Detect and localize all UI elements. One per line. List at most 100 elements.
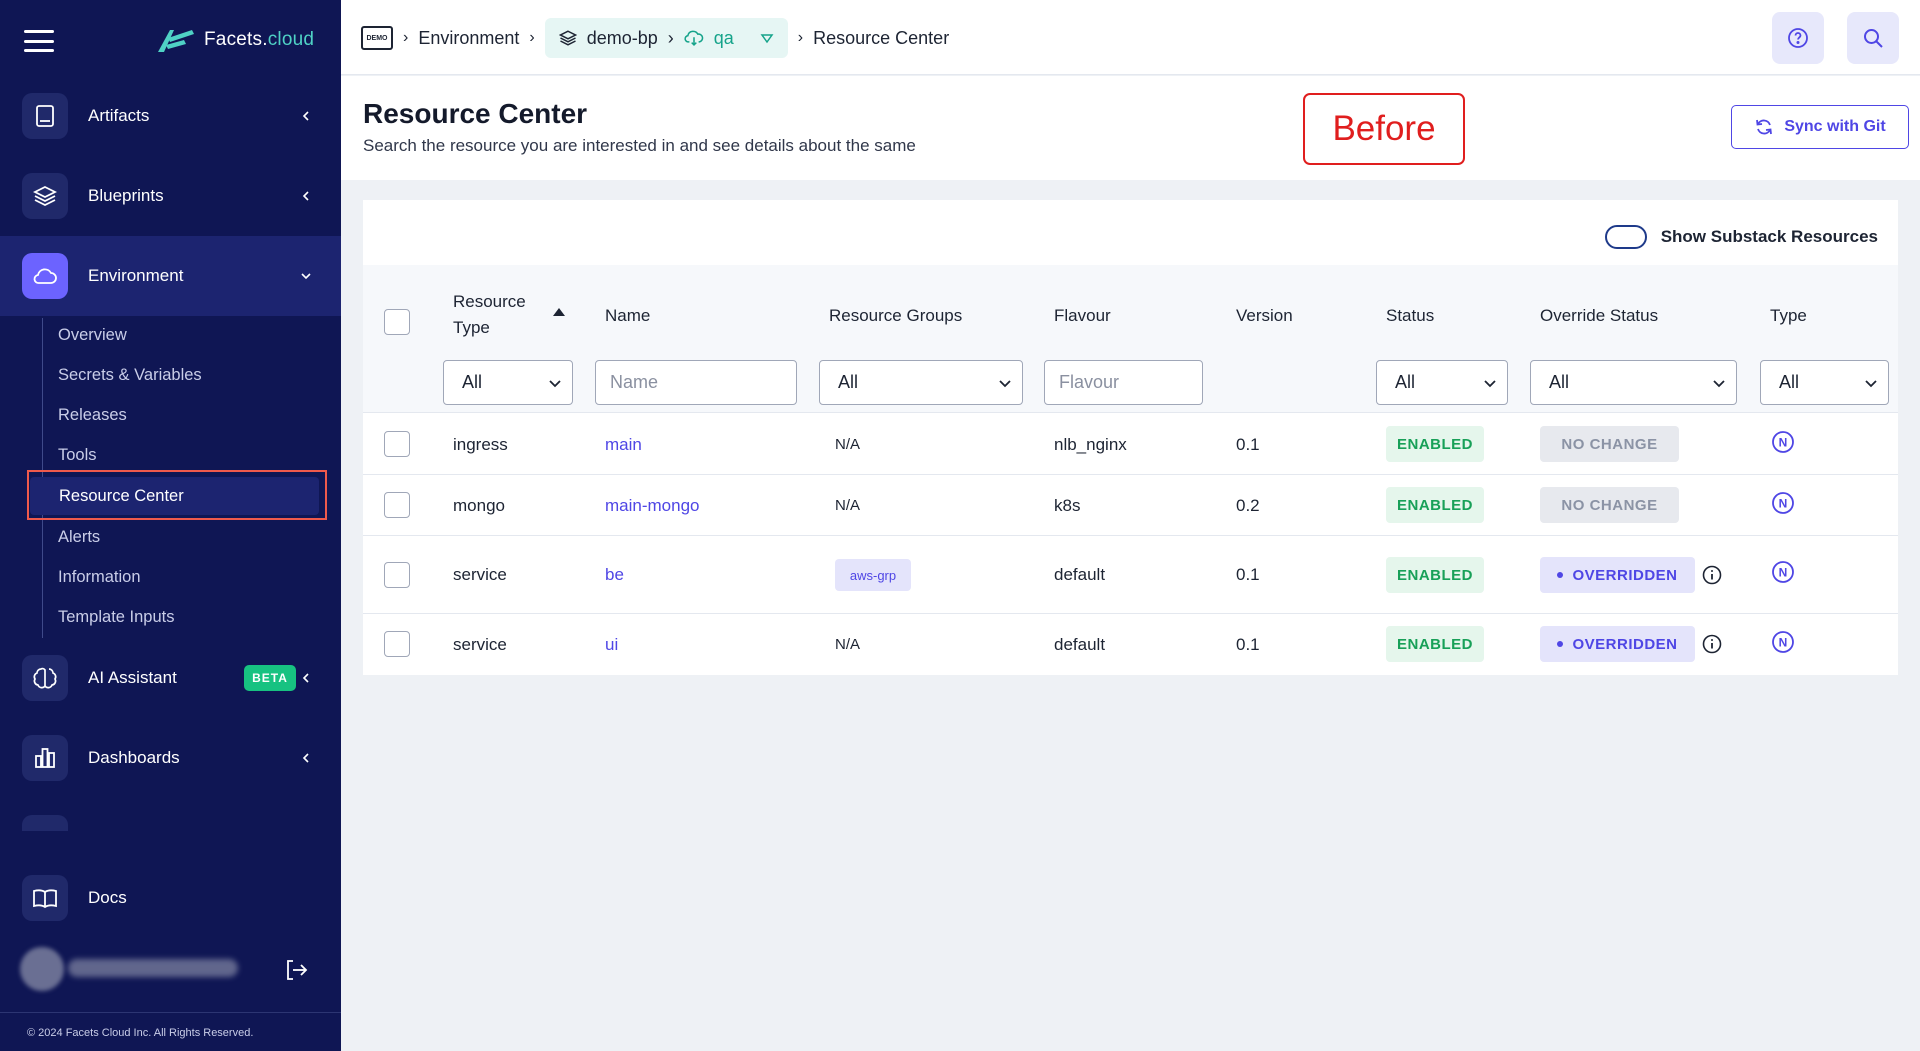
facets-logo[interactable]: Facets.cloud	[156, 24, 314, 56]
table-row[interactable]: service be aws-grp default 0.1 ENABLED O…	[363, 536, 1898, 614]
subnav-alerts[interactable]: Alerts	[58, 528, 100, 547]
type-n-icon[interactable]: N	[1771, 430, 1795, 454]
subnav-secrets-variables[interactable]: Secrets & Variables	[58, 366, 202, 385]
substack-toggle[interactable]	[1604, 225, 1647, 249]
nav-artifacts[interactable]: Artifacts	[0, 76, 341, 156]
col-resource-type-line1: Resource	[453, 292, 526, 311]
sync-label: Sync with Git	[1784, 118, 1886, 135]
col-resource-type-line2: Type	[453, 318, 490, 337]
user-name-blurred	[68, 959, 238, 977]
open-book-icon	[22, 875, 68, 921]
before-annotation: Before	[1303, 93, 1465, 165]
nav-dashboards[interactable]: Dashboards	[0, 718, 341, 798]
status-dot	[1557, 572, 1564, 578]
subnav-information[interactable]: Information	[58, 568, 141, 587]
type-n-icon[interactable]: N	[1771, 560, 1795, 584]
top-bar: DEMO › Environment › demo-bp › qa › Reso…	[341, 0, 1920, 75]
copyright-footer: © 2024 Facets Cloud Inc. All Rights Rese…	[0, 1012, 341, 1051]
status-badge: ENABLED	[1386, 487, 1484, 523]
environment-selector[interactable]: demo-bp › qa	[544, 18, 788, 58]
cell-flavour: default	[1054, 565, 1106, 584]
sort-asc-icon[interactable]	[552, 307, 566, 317]
nav-environment[interactable]: Environment	[0, 236, 341, 316]
table-row[interactable]: mongo main-mongo N/A k8s 0.2 ENABLED NO …	[363, 475, 1898, 536]
name-filter-input[interactable]	[595, 360, 797, 405]
crumb-qa[interactable]: qa	[714, 28, 734, 49]
subnav-tools[interactable]: Tools	[58, 446, 97, 465]
search-button[interactable]	[1847, 12, 1899, 64]
page-header: Resource Center Search the resource you …	[341, 76, 1920, 180]
info-icon[interactable]	[1702, 634, 1722, 654]
page-subtitle: Search the resource you are interested i…	[363, 136, 916, 155]
cell-resource-group: N/A	[835, 636, 861, 653]
sync-with-git-button[interactable]: Sync with Git	[1731, 105, 1909, 149]
flavour-filter-input[interactable]	[1044, 360, 1203, 405]
override-status-filter[interactable]: All	[1530, 360, 1737, 405]
cell-name-link[interactable]: ui	[605, 635, 618, 655]
override-status-text: OVERRIDDEN	[1572, 635, 1678, 653]
brain-icon	[22, 655, 68, 701]
settings-icon[interactable]	[22, 815, 68, 831]
override-status-filter-value: All	[1549, 372, 1570, 392]
cell-resource-group: N/A	[835, 436, 861, 453]
table-row[interactable]: ingress main N/A nlb_nginx 0.1 ENABLED N…	[363, 414, 1898, 475]
resource-groups-filter[interactable]: All	[819, 360, 1023, 405]
resource-group-chip[interactable]: aws-grp	[835, 559, 911, 591]
select-all-checkbox[interactable]	[384, 309, 410, 335]
cell-flavour: nlb_nginx	[1054, 435, 1127, 454]
user-profile[interactable]	[14, 945, 334, 993]
col-resource-groups: Resource Groups	[829, 306, 963, 325]
nav-label: Environment	[88, 266, 184, 285]
type-n-icon[interactable]: N	[1771, 630, 1795, 654]
cell-resource-type: ingress	[453, 435, 508, 454]
override-status-badge: NO CHANGE	[1540, 487, 1679, 523]
status-filter[interactable]: All	[1376, 360, 1508, 405]
substack-toggle-label: Show Substack Resources	[1660, 227, 1878, 246]
chevron-left-icon	[299, 751, 313, 765]
col-resource-type[interactable]: Resource Type	[453, 289, 526, 341]
cell-version: 0.2	[1236, 496, 1260, 515]
menu-icon[interactable]	[24, 30, 54, 52]
cell-resource-type: service	[453, 565, 507, 584]
cell-name-link[interactable]: be	[605, 565, 624, 585]
col-type: Type	[1770, 306, 1807, 325]
resource-type-filter-value: All	[462, 372, 483, 392]
chevron-down-icon	[1484, 380, 1496, 388]
cell-resource-type: service	[453, 635, 507, 654]
nav-label: AI Assistant	[88, 668, 177, 687]
type-filter[interactable]: All	[1760, 360, 1889, 405]
status-badge: ENABLED	[1386, 426, 1484, 462]
row-checkbox[interactable]	[384, 492, 410, 518]
cell-flavour: k8s	[1054, 496, 1081, 515]
type-n-letter: N	[1779, 566, 1788, 580]
help-button[interactable]	[1772, 12, 1824, 64]
resource-type-filter[interactable]: All	[443, 360, 573, 405]
subnav-overview[interactable]: Overview	[58, 326, 127, 345]
page-title: Resource Center	[363, 98, 588, 129]
substack-toggle-row: Show Substack Resources	[1604, 225, 1878, 249]
nav-blueprints[interactable]: Blueprints	[0, 156, 341, 236]
logo-text: Facets.cloud	[204, 29, 315, 50]
row-checkbox[interactable]	[384, 631, 410, 657]
cell-name-link[interactable]: main-mongo	[605, 496, 700, 516]
cloud-download-icon	[684, 30, 703, 47]
nav-docs[interactable]: Docs	[0, 858, 341, 938]
col-status: Status	[1386, 306, 1435, 325]
chevron-left-icon	[299, 671, 313, 685]
type-filter-value: All	[1779, 372, 1800, 392]
caret-down-icon[interactable]	[760, 32, 774, 44]
subnav-releases[interactable]: Releases	[58, 406, 127, 425]
row-checkbox[interactable]	[384, 562, 410, 588]
logout-icon[interactable]	[282, 956, 310, 984]
layers-icon	[558, 30, 577, 46]
crumb-environment[interactable]: Environment	[418, 28, 519, 49]
cell-resource-group: N/A	[835, 497, 861, 514]
type-n-icon[interactable]: N	[1771, 491, 1795, 515]
crumb-blueprint[interactable]: demo-bp	[587, 28, 658, 49]
table-row[interactable]: service ui N/A default 0.1 ENABLED OVERR…	[363, 614, 1898, 675]
row-checkbox[interactable]	[384, 431, 410, 457]
subnav-template-inputs[interactable]: Template Inputs	[58, 608, 174, 627]
chevron-down-icon	[549, 380, 561, 388]
info-icon[interactable]	[1702, 565, 1722, 585]
cell-name-link[interactable]: main	[605, 435, 642, 455]
